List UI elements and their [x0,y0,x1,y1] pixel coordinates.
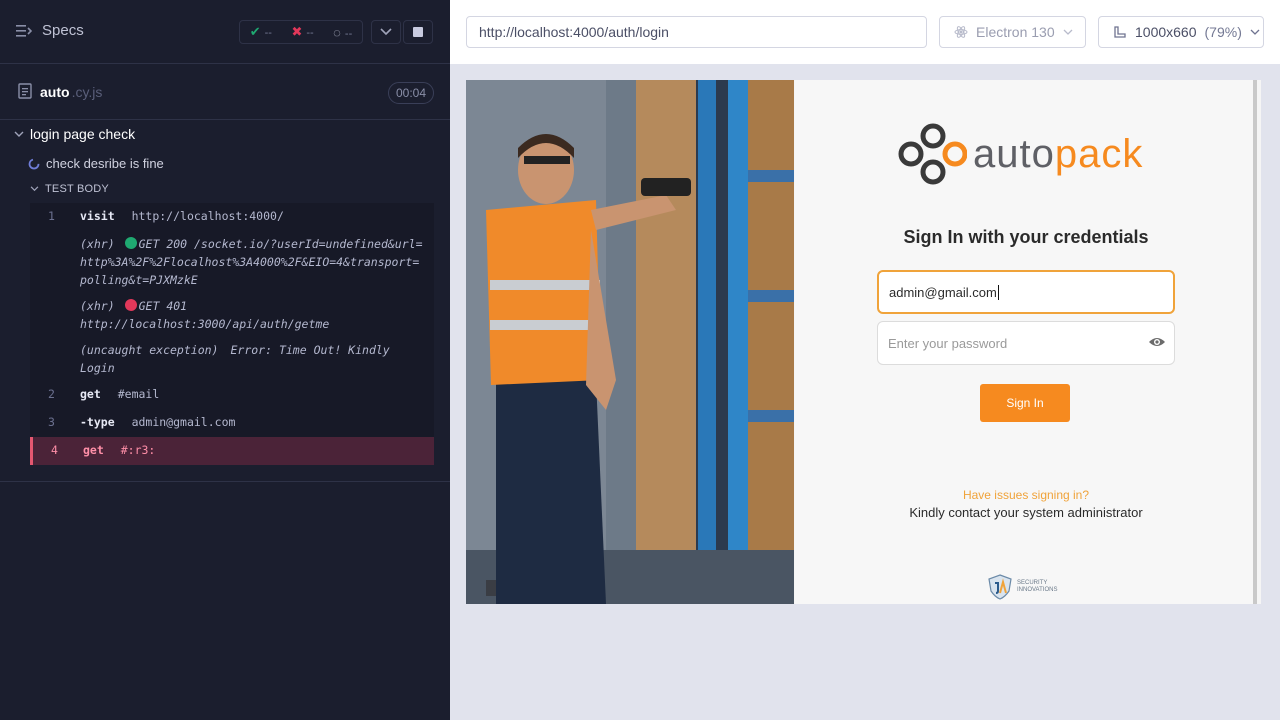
xhr-log-row[interactable]: (xhr) GET 200 /socket.io/?userId=undefine… [30,231,434,293]
browser-name: Electron 130 [976,24,1055,40]
reporter-header: Specs ✔ -- ✖ -- ◌ -- [0,0,450,64]
chevron-down-icon [30,186,39,192]
failed-stat: ✖ -- [291,24,314,39]
run-stats: ✔ -- ✖ -- ◌ -- [239,20,363,44]
security-innovations-logo: SECURITY INNOVATIONS [987,574,1057,600]
command-row[interactable]: 1 visit http://localhost:4000/ [30,203,434,231]
expand-dropdown-button[interactable] [371,20,401,44]
warehouse-photo [466,80,794,604]
chevron-down-icon [14,131,24,137]
document-icon [18,83,32,99]
password-placeholder: Enter your password [888,335,1008,351]
spec-file-row[interactable]: auto .cy.js 00:04 [0,64,450,120]
log-prefix: (xhr) [80,299,115,313]
browser-selector[interactable]: Electron 130 [939,16,1086,48]
test-title: check desribe is fine [46,156,164,171]
divider [0,481,450,482]
shield-icon [988,574,1012,600]
stop-button[interactable] [403,20,433,44]
url-bar[interactable]: http://localhost:4000/auth/login [466,16,927,48]
command-number: 4 [51,443,58,457]
command-message: #:r3: [120,443,156,457]
suite-row[interactable]: login page check [14,126,135,142]
command-message: http://localhost:4000/ [131,209,284,223]
specs-toggle[interactable]: Specs [16,22,84,39]
electron-icon [954,26,968,38]
test-body-header[interactable]: TEST BODY [30,183,109,195]
command-message: #email [117,387,160,401]
command-name: visit [80,209,115,223]
logo-mark-icon [898,123,967,185]
viewport-size: 1000x660 [1135,24,1197,40]
security-logo-text: SECURITY INNOVATIONS [1017,580,1058,593]
xhr-log-row[interactable]: (xhr) GET 401 http://localhost:3000/api/a… [30,293,434,337]
menu-collapse-icon [16,24,32,37]
viewport-selector[interactable]: 1000x660 (79%) [1098,16,1264,48]
test-row[interactable]: check desribe is fine [28,156,164,171]
chevron-down-icon [380,28,392,36]
command-message: admin@gmail.com [131,415,236,429]
password-field[interactable]: Enter your password [877,321,1175,365]
log-prefix: (uncaught exception) [80,343,219,357]
command-number: 1 [48,209,55,223]
log-prefix: (xhr) [80,237,115,251]
status-dot-icon [124,237,137,249]
reporter-panel: Specs ✔ -- ✖ -- ◌ -- auto .cy.js 00:04 l… [0,0,450,720]
signin-heading: Sign In with your credentials [903,227,1149,247]
logo-text: autopack [973,131,1144,176]
spec-file-ext: .cy.js [71,84,103,100]
spec-file-name: auto .cy.js [40,84,103,100]
command-row[interactable]: 2 get #email [30,381,434,409]
browser-toolbar: http://localhost:4000/auth/login Electro… [450,0,1280,64]
email-field[interactable]: admin@gmail.com [877,270,1175,314]
check-icon: ✔ [249,24,261,39]
zoom-level: (79%) [1204,24,1242,40]
command-number: 2 [48,387,55,401]
test-body-label: TEST BODY [45,183,109,195]
running-spinner-icon [28,158,40,169]
status-dot-icon [124,299,137,311]
exception-log-row[interactable]: (uncaught exception) Error: Time Out! Kin… [30,337,434,381]
stop-icon [413,27,423,37]
contact-text: Kindly contact your system administrator [909,505,1143,520]
pending-stat: ◌ -- [333,24,353,40]
scrollbar[interactable] [1253,80,1257,604]
failed-command-row[interactable]: 4 get #:r3: [30,437,434,465]
autopack-logo: autopack [897,118,1143,190]
command-number: 3 [48,415,55,429]
pending-circle-icon: ◌ [333,24,341,40]
command-name: get [83,443,104,457]
command-name: get [80,387,101,401]
command-name: -type [80,415,115,429]
app-under-test: autopack Sign In with your credentials a… [466,80,1261,604]
ruler-icon [1114,26,1126,38]
cross-icon: ✖ [291,24,303,39]
warehouse-worker-illustration [466,80,794,604]
command-row[interactable]: 3 -type admin@gmail.com [30,409,434,437]
chevron-down-icon [1063,29,1073,35]
log-text: GET 401 http://localhost:3000/api/auth/g… [80,299,330,331]
email-value: admin@gmail.com [889,284,997,300]
eye-icon[interactable] [1148,335,1166,349]
login-panel: autopack Sign In with your credentials a… [795,80,1257,604]
command-log: 1 visit http://localhost:4000/ (xhr) GET … [30,203,434,465]
passed-stat: ✔ -- [249,24,272,39]
duration-badge: 00:04 [387,82,434,104]
text-caret [997,284,999,300]
specs-label: Specs [42,22,84,39]
suite-title: login page check [30,126,136,142]
signin-button[interactable]: Sign In [980,384,1070,422]
issues-link[interactable]: Have issues signing in? [795,488,1257,502]
chevron-down-icon [1250,29,1260,35]
